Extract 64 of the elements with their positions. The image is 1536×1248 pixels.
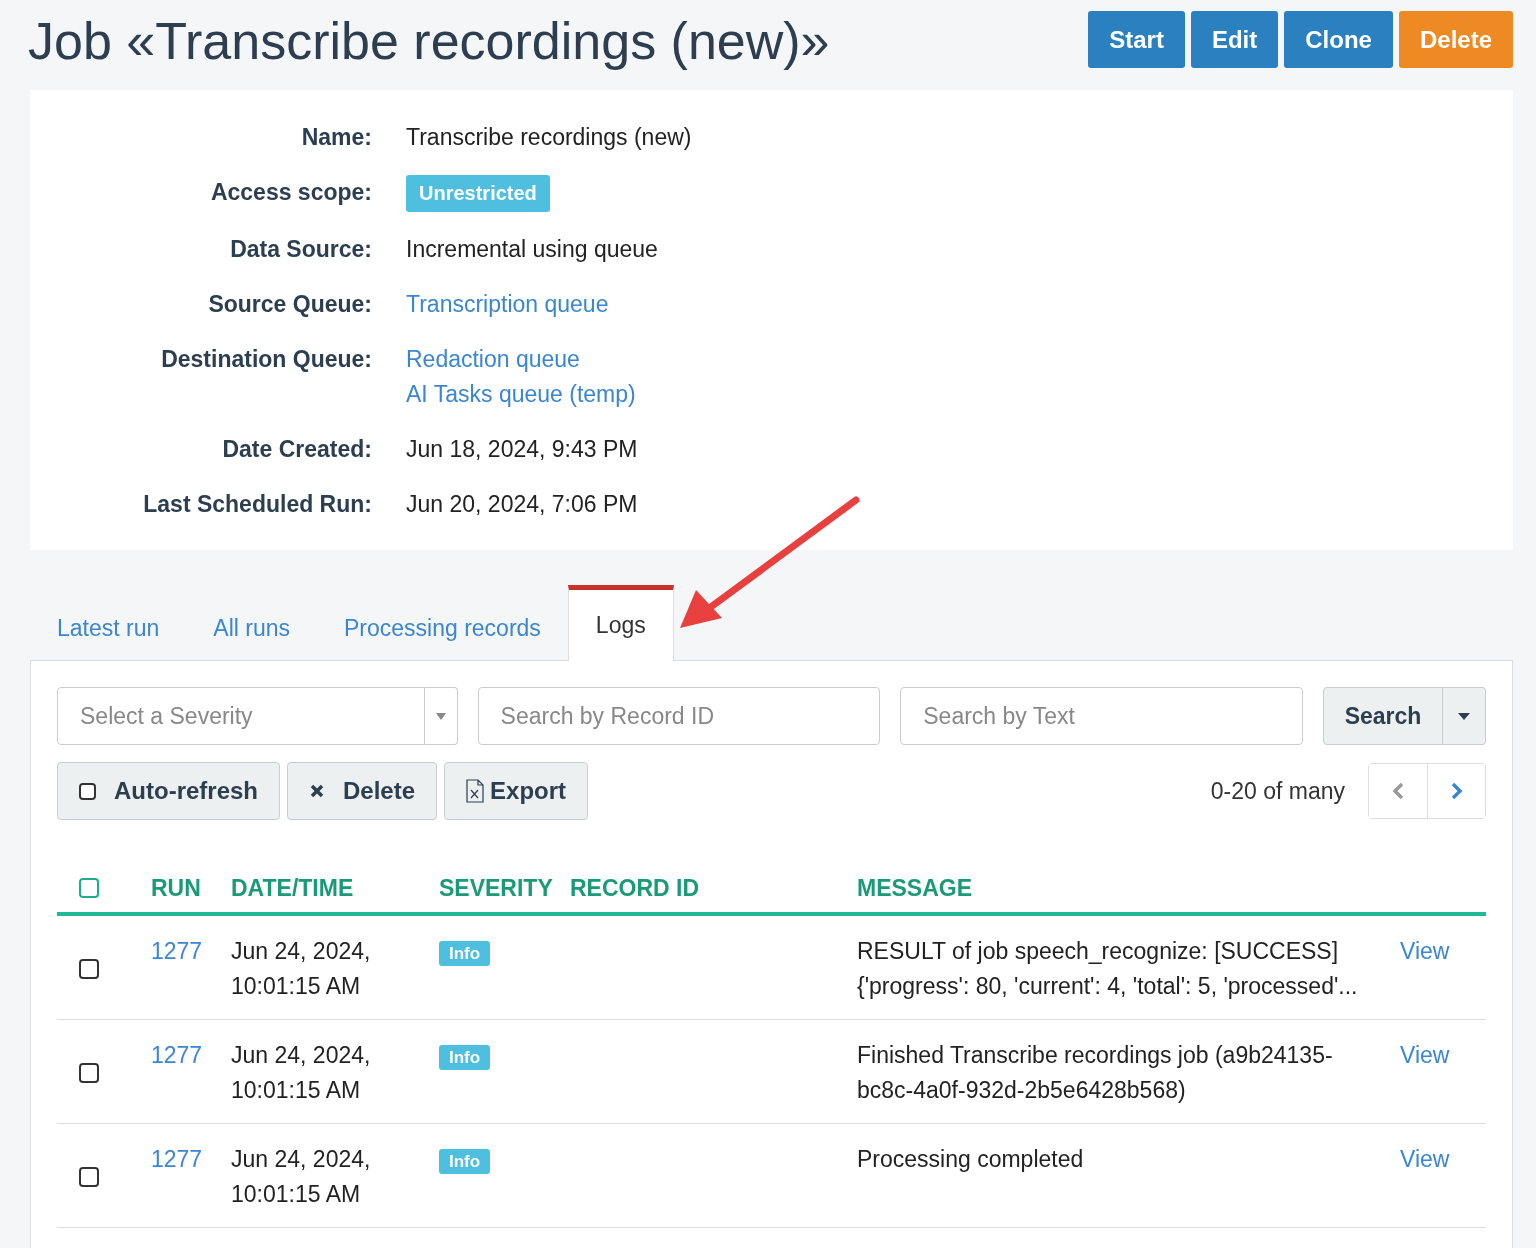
field-label: Access scope: xyxy=(209,178,372,207)
scope-badge: Unrestricted xyxy=(406,175,550,212)
view-link[interactable]: View xyxy=(1400,1146,1450,1172)
tab[interactable]: Processing records xyxy=(317,590,568,660)
chevron-right-icon xyxy=(1450,782,1463,800)
select-all-checkbox[interactable] xyxy=(79,878,99,898)
field-value: Jun 18, 2024, 9:43 PM xyxy=(406,435,638,464)
field-label: Date Created: xyxy=(221,435,372,464)
field-label: Name: xyxy=(300,123,372,152)
severity-select[interactable]: Select a Severity xyxy=(57,687,425,745)
message-cell-text: Processing completed xyxy=(857,1145,1085,1174)
date-time-cell-text: Jun 24, 2024, 10:01:15 AM xyxy=(231,937,372,1001)
field-label: Last Scheduled Run: xyxy=(142,490,372,519)
column-header: RECORD ID xyxy=(570,874,701,902)
action-button[interactable]: Start xyxy=(1088,11,1185,68)
severity-badge: Info xyxy=(439,1045,491,1070)
delete-button[interactable]: Delete xyxy=(287,762,438,820)
row-checkbox[interactable] xyxy=(79,1167,99,1187)
auto-refresh-button[interactable]: Auto-refresh xyxy=(57,762,280,820)
pagination-label: 0-20 of many xyxy=(1210,777,1345,805)
message-cell-text: Finished Transcribe recordings job (a9b24135- bc8c-4a0f-932d-2b5e6428b568) xyxy=(857,1041,1334,1105)
action-button[interactable]: Edit xyxy=(1190,11,1279,68)
severity-dropdown-toggle[interactable] xyxy=(424,687,458,745)
queue-link[interactable]: Transcription queue xyxy=(406,287,609,322)
field-label: Source Queue: xyxy=(207,290,372,319)
field-value: Transcribe recordings (new) xyxy=(406,123,692,152)
column-header: SEVERITY xyxy=(439,874,554,902)
export-button[interactable]: Export xyxy=(444,762,589,820)
record-id-field[interactable]: Search by Record ID xyxy=(477,687,881,745)
page-title: Job «Transcribe recordings (new)» xyxy=(28,11,830,72)
caret-icon xyxy=(1458,712,1470,720)
run-link[interactable]: 1277 xyxy=(151,1146,203,1172)
view-link[interactable]: View xyxy=(1400,1042,1450,1068)
caret-icon xyxy=(435,712,446,720)
severity-badge: Info xyxy=(439,1149,491,1174)
tab[interactable]: Latest run xyxy=(30,590,187,660)
severity-badge: Info xyxy=(439,941,491,966)
field-label: Data Source: xyxy=(229,235,372,264)
chevron-left-icon xyxy=(1392,782,1404,800)
tab[interactable]: All runs xyxy=(186,590,317,660)
tab[interactable]: Logs xyxy=(567,585,674,661)
column-header: DATE/TIME xyxy=(231,874,355,902)
text-search-field[interactable]: Search by Text xyxy=(900,687,1303,745)
date-time-cell-text: Jun 24, 2024, 10:01:15 AM xyxy=(231,1041,372,1105)
field-value: Incremental using queue xyxy=(406,235,658,264)
message-cell-text: RESULT of job speech_recognize: [SUCCESS] {'progress': 80, 'current': 4, 'total': 5, 'processed'... xyxy=(857,937,1359,1001)
action-button[interactable]: Delete xyxy=(1398,11,1513,68)
field-label: Destination Queue: xyxy=(160,345,372,374)
run-link[interactable]: 1277 xyxy=(151,938,203,964)
search-button[interactable]: Search xyxy=(1323,687,1443,745)
row-checkbox[interactable] xyxy=(79,1063,99,1083)
column-header: MESSAGE xyxy=(857,874,974,902)
next-page-button[interactable] xyxy=(1427,764,1485,818)
close-icon xyxy=(309,783,325,799)
queue-link[interactable]: AI Tasks queue (temp) xyxy=(406,377,636,412)
date-time-cell-text: Jun 24, 2024, 10:01:15 AM xyxy=(231,1145,372,1209)
spreadsheet-file-icon xyxy=(466,779,485,803)
run-link[interactable]: 1277 xyxy=(151,1042,203,1068)
queue-link[interactable]: Redaction queue xyxy=(406,342,636,377)
field-value: Jun 20, 2024, 7:06 PM xyxy=(406,490,638,519)
action-button[interactable]: Clone xyxy=(1284,11,1393,68)
column-header: RUN xyxy=(151,874,202,902)
row-checkbox[interactable] xyxy=(79,959,99,979)
view-link[interactable]: View xyxy=(1400,938,1450,964)
